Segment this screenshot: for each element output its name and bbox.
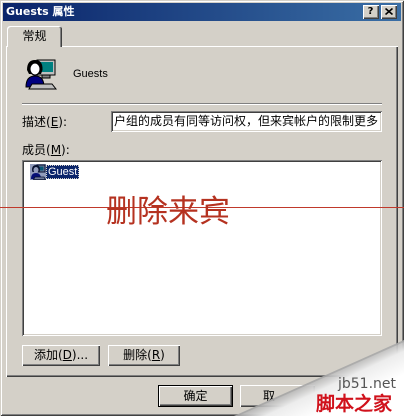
remove-member-label: 删除(R)	[123, 348, 165, 362]
help-button[interactable]: ?	[363, 5, 379, 19]
watermark-name: 脚本之家	[316, 393, 393, 415]
title-bar[interactable]: Guests 属性 ?	[3, 3, 401, 21]
ok-label: 确定	[183, 389, 208, 403]
remove-member-button[interactable]: 删除(R)	[108, 345, 180, 366]
annotation-text: 删除来宾	[106, 194, 230, 230]
selection-tint	[30, 164, 46, 180]
members-list[interactable]: Guest	[22, 160, 382, 336]
members-label: 成员(M):	[22, 143, 70, 157]
tab-general-label: 常规	[22, 29, 47, 43]
member-name: Guest	[46, 165, 80, 179]
guests-properties-dialog: Guests 属性 ? 常规 Guests 描述(E): 户组的成员有同等访问权…	[0, 0, 404, 416]
tab-general[interactable]: 常规	[7, 26, 62, 47]
watermark: jb51.net 脚本之家	[230, 330, 404, 416]
window-title: Guests 属性	[6, 5, 75, 18]
description-label: 描述(E):	[22, 115, 68, 129]
group-name: Guests	[73, 68, 108, 80]
ok-button[interactable]: 确定	[158, 385, 233, 407]
description-field[interactable]: 户组的成员有同等访问权，但来宾帐户的限制更多	[111, 111, 382, 132]
list-item[interactable]: Guest	[30, 164, 90, 180]
user-icon	[30, 164, 47, 180]
users-group-icon	[23, 57, 58, 91]
description-value: 户组的成员有同等访问权，但来宾帐户的限制更多	[114, 114, 379, 128]
add-member-button[interactable]: 添加(D)...	[22, 345, 100, 366]
add-member-label: 添加(D)...	[33, 348, 89, 362]
close-button[interactable]	[381, 5, 397, 19]
separator	[22, 103, 382, 105]
watermark-site: jb51.net	[338, 376, 397, 392]
close-icon	[385, 8, 393, 15]
help-icon: ?	[367, 6, 374, 17]
